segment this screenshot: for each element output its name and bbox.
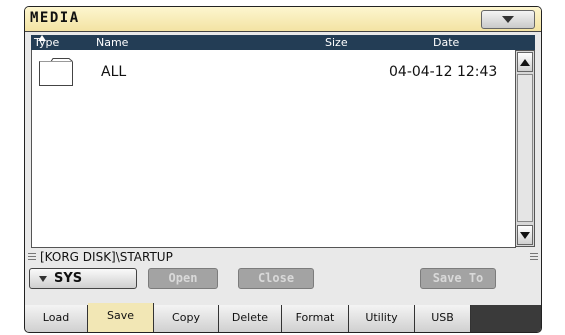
tab-usb[interactable]: USB xyxy=(415,305,471,332)
chevron-down-icon xyxy=(39,276,47,282)
tab-copy[interactable]: Copy xyxy=(154,305,219,332)
scroll-up-button[interactable] xyxy=(517,52,533,72)
close-button[interactable]: Close xyxy=(238,268,314,289)
column-header-name[interactable]: Name xyxy=(96,35,128,50)
tab-save[interactable]: Save xyxy=(88,303,154,332)
current-path: [KORG DISK]\STARTUP xyxy=(40,250,173,264)
arrow-up-icon xyxy=(520,59,530,66)
sort-ascending-icon xyxy=(38,35,46,41)
tab-bar: Load Save Copy Delete Format Utility USB xyxy=(25,303,541,332)
grip-left-icon xyxy=(28,253,36,262)
device-select-button[interactable]: SYS xyxy=(29,268,137,289)
media-window: MEDIA Type Name Size Date ALL 04-04-12 1… xyxy=(24,6,542,333)
file-list: ALL 04-04-12 12:43 xyxy=(31,50,516,248)
open-button[interactable]: Open xyxy=(148,268,218,289)
grip-right-icon xyxy=(530,253,538,262)
column-header-size[interactable]: Size xyxy=(325,35,348,50)
window-title: MEDIA xyxy=(30,10,80,26)
list-item[interactable]: ALL 04-04-12 12:43 xyxy=(32,50,516,94)
scroll-down-button[interactable] xyxy=(517,225,533,245)
device-label: SYS xyxy=(54,271,83,286)
arrow-down-icon xyxy=(520,232,530,239)
chevron-down-icon xyxy=(502,16,514,23)
file-name: ALL xyxy=(101,64,127,80)
save-to-button[interactable]: Save To xyxy=(420,268,496,289)
path-bar: [KORG DISK]\STARTUP xyxy=(25,249,541,265)
title-bar: MEDIA xyxy=(25,7,541,32)
scrollbar-thumb[interactable] xyxy=(517,74,533,222)
tab-utility[interactable]: Utility xyxy=(349,305,415,332)
page-menu-button[interactable] xyxy=(481,10,535,29)
file-date: 04-04-12 12:43 xyxy=(389,64,498,80)
file-list-header: Type Name Size Date xyxy=(31,35,535,50)
tab-format[interactable]: Format xyxy=(282,305,349,332)
column-header-date[interactable]: Date xyxy=(433,35,459,50)
tab-load[interactable]: Load xyxy=(25,305,88,332)
vertical-scrollbar[interactable] xyxy=(515,50,535,247)
folder-icon xyxy=(39,58,73,86)
tab-delete[interactable]: Delete xyxy=(219,305,282,332)
